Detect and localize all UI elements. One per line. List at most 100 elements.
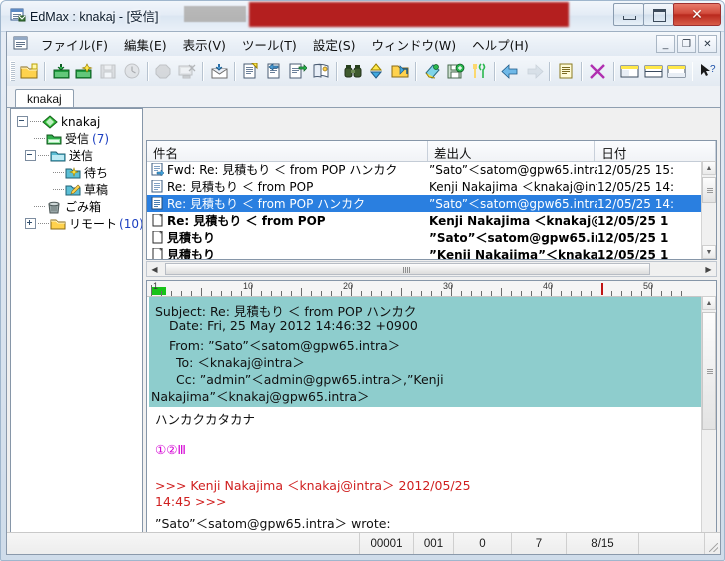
reply-button[interactable] bbox=[263, 60, 285, 83]
message-preview-pane[interactable]: 1 10 20 30 40 50 Subject: Re: 見積もり ＜ fro… bbox=[146, 280, 717, 553]
save-as-button[interactable] bbox=[445, 60, 467, 83]
maximize-button[interactable] bbox=[643, 3, 674, 26]
resize-grip-icon[interactable] bbox=[704, 533, 720, 554]
new-mail-button[interactable] bbox=[19, 60, 41, 83]
table-row[interactable]: 見積もり ”Kenji Nakajima”＜knakaj@gpw65 12/05… bbox=[147, 246, 702, 259]
ruler-label: 10 bbox=[243, 281, 254, 291]
column-header-subject[interactable]: 件名 bbox=[147, 141, 428, 161]
sort-button[interactable] bbox=[366, 60, 388, 83]
minimize-button[interactable] bbox=[613, 3, 644, 26]
receive-mail-button[interactable] bbox=[50, 60, 72, 83]
hscroll-track[interactable] bbox=[162, 262, 701, 276]
preview-ruler: 1 10 20 30 40 50 bbox=[147, 281, 716, 297]
header-subject-label: Subject: bbox=[155, 304, 206, 319]
column-header-from[interactable]: 差出人 bbox=[428, 141, 596, 161]
tree-item-trash[interactable]: ごみ箱 bbox=[15, 198, 142, 215]
toolbar-grip[interactable] bbox=[10, 61, 15, 81]
scroll-up-arrow-icon[interactable]: ▲ bbox=[702, 161, 716, 175]
layout-vertical-button[interactable] bbox=[666, 60, 688, 83]
cell-from: Kenji Nakajima ＜knakaj@intra＞ bbox=[429, 214, 597, 228]
table-row[interactable]: Re: 見積もり ＜ from POP Kenji Nakajima ＜knak… bbox=[147, 212, 702, 229]
header-from-value: ”Sato”＜satom@gpw65.intra＞ bbox=[208, 338, 401, 353]
mdi-minimize-button[interactable]: _ bbox=[656, 35, 675, 53]
expander-minus-icon[interactable] bbox=[17, 116, 28, 127]
properties-button[interactable] bbox=[555, 60, 577, 83]
tree-item-knakaj[interactable]: knakaj bbox=[15, 113, 142, 130]
header-subject-line: Subject: Re: 見積もり ＜ from POP ハンカク bbox=[149, 301, 701, 319]
menu-view[interactable]: 表示(V) bbox=[175, 32, 234, 57]
search-button[interactable] bbox=[342, 60, 364, 83]
table-row[interactable]: Fwd: Re: 見積もり ＜ from POP ハンカク ”Sato”＜sat… bbox=[147, 161, 702, 178]
header-from-label: From: bbox=[169, 338, 205, 353]
message-body-block[interactable]: ハンカクカタカナ ①②Ⅲ >>> Kenji Nakajima ＜knakaj@… bbox=[149, 409, 701, 532]
send-mail-button[interactable] bbox=[208, 60, 230, 83]
header-date-line: Date: Fri, 25 May 2012 14:46:32 +0900 bbox=[149, 318, 701, 335]
save-button bbox=[98, 60, 120, 83]
tree-item-draft[interactable]: 草稿 bbox=[15, 181, 142, 198]
tree-item-label: リモート bbox=[69, 217, 118, 231]
toolbar-separator bbox=[549, 61, 552, 81]
preview-scroll-up-arrow-icon[interactable]: ▲ bbox=[702, 296, 716, 310]
title-bar[interactable]: EdMax : knakaj - [受信] ✕ bbox=[1, 1, 724, 30]
table-row[interactable]: 見積もり ”Sato”＜satom@gpw65.intra＞ 12/05/25 … bbox=[147, 229, 702, 246]
mdi-minimize-icon: _ bbox=[662, 38, 669, 50]
mdi-restore-button[interactable]: ❐ bbox=[677, 35, 696, 53]
message-list-header: 件名 差出人 日付 bbox=[147, 141, 716, 162]
expander-plus-icon[interactable] bbox=[25, 218, 36, 229]
filter-button[interactable] bbox=[421, 60, 443, 83]
scroll-down-arrow-icon[interactable]: ▼ bbox=[702, 245, 716, 259]
status-message-number: 00001 bbox=[359, 533, 413, 554]
tree-item-label: 草稿 bbox=[84, 183, 109, 197]
scrollbar-thumb[interactable] bbox=[702, 177, 716, 203]
menu-help[interactable]: ヘルプ(H) bbox=[464, 32, 537, 57]
menu-settings[interactable]: 設定(S) bbox=[305, 32, 364, 57]
header-to-label: To: bbox=[176, 355, 194, 370]
menu-edit[interactable]: 編集(E) bbox=[116, 32, 175, 57]
expander-minus-icon[interactable] bbox=[25, 150, 36, 161]
forward-button[interactable] bbox=[287, 60, 309, 83]
delete-button[interactable] bbox=[587, 60, 609, 83]
preview-scrollbar-thumb[interactable] bbox=[702, 312, 716, 430]
document-window-icon[interactable] bbox=[13, 36, 29, 51]
close-button[interactable]: ✕ bbox=[673, 3, 721, 26]
redaction-block-red bbox=[249, 2, 569, 27]
ruler-wrap-marker[interactable] bbox=[601, 283, 603, 295]
menu-bar: ファイル(F) 編集(E) 表示(V) ツール(T) 設定(S) ウィンドウ(W… bbox=[7, 32, 720, 57]
message-list-vertical-scrollbar[interactable]: ▲ ▼ bbox=[701, 161, 716, 259]
hscroll-thumb[interactable] bbox=[165, 263, 650, 275]
receive-all-button[interactable] bbox=[74, 60, 96, 83]
tree-item-outbox[interactable]: 送信 bbox=[15, 147, 142, 164]
tab-knakaj[interactable]: knakaj bbox=[15, 89, 74, 109]
menu-file[interactable]: ファイル(F) bbox=[33, 32, 116, 57]
options-button[interactable] bbox=[469, 60, 491, 83]
trash-can-icon bbox=[46, 200, 62, 214]
folder-tree-pane[interactable]: knakaj 受信 (7) 送信 待ち 草稿 ごみ箱 リモート (10) bbox=[10, 108, 143, 553]
message-list[interactable]: 件名 差出人 日付 Fwd: Re: 見積もり ＜ from POP ハンカク … bbox=[146, 140, 717, 260]
toolbar-separator bbox=[202, 61, 205, 81]
new-message-button[interactable] bbox=[240, 60, 262, 83]
mdi-close-button[interactable]: ✕ bbox=[698, 35, 717, 53]
draft-folder-icon bbox=[65, 183, 81, 197]
tree-item-inbox[interactable]: 受信 (7) bbox=[15, 130, 142, 147]
tree-item-remote[interactable]: リモート (10) bbox=[15, 215, 142, 232]
scroll-right-arrow-icon[interactable]: ▶ bbox=[701, 262, 716, 276]
menu-window[interactable]: ウィンドウ(W) bbox=[364, 32, 465, 57]
context-help-button[interactable]: ? bbox=[697, 60, 719, 83]
preview-vertical-scrollbar[interactable]: ▲ ▼ bbox=[701, 296, 716, 552]
column-header-date[interactable]: 日付 bbox=[595, 141, 716, 161]
mdi-restore-icon: ❐ bbox=[682, 38, 691, 50]
tree-item-pending[interactable]: 待ち bbox=[15, 164, 142, 181]
scroll-left-arrow-icon[interactable]: ◀ bbox=[147, 262, 162, 276]
layout-split-button[interactable] bbox=[642, 60, 664, 83]
message-list-horizontal-scrollbar[interactable]: ◀ ▶ bbox=[146, 261, 717, 277]
table-row-selected[interactable]: Re: 見積もり ＜ from POP ハンカク ”Sato”＜satom@gp… bbox=[147, 195, 702, 212]
mail-read-icon bbox=[147, 197, 167, 210]
table-row[interactable]: Re: 見積もり ＜ from POP Kenji Nakajima ＜knak… bbox=[147, 178, 702, 195]
back-button[interactable] bbox=[500, 60, 522, 83]
layout-horizontal-button[interactable] bbox=[619, 60, 641, 83]
status-line-number: 001 bbox=[413, 533, 453, 554]
address-book-button[interactable] bbox=[311, 60, 333, 83]
move-folder-button[interactable] bbox=[390, 60, 412, 83]
tab-knakaj-label: knakaj bbox=[27, 92, 62, 106]
menu-tools[interactable]: ツール(T) bbox=[234, 32, 305, 57]
